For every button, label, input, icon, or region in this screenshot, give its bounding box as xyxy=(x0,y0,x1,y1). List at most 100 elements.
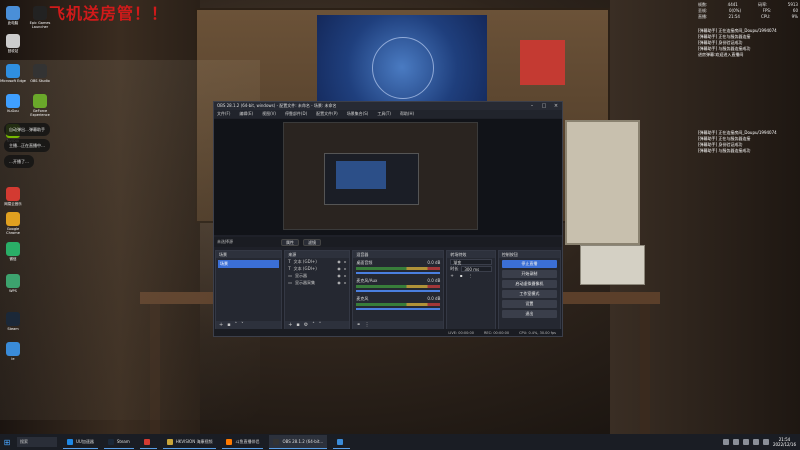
menu-help[interactable]: 帮助(H) xyxy=(400,111,414,117)
studio-mode-button[interactable]: 工作室模式 xyxy=(501,290,557,298)
source-item[interactable]: ▭ 显示器采集 ◉ ▫ xyxy=(285,279,349,286)
start-recording-button[interactable]: 开始录制 xyxy=(501,270,557,278)
obs-window[interactable]: OBS 28.1.2 (64-bit, windows) - 配置文件: 未命名… xyxy=(213,101,563,337)
link-icon[interactable]: ⚭ xyxy=(356,322,360,328)
menu-icon[interactable]: ⋮ xyxy=(468,273,472,278)
desktop-icon[interactable]: GeForce Experience xyxy=(27,94,53,117)
taskbar-app[interactable]: OBS 28.1.2 (64-bit... xyxy=(269,435,328,449)
add-icon[interactable]: + xyxy=(288,322,292,328)
menu-scene-collection[interactable]: 场景集合(S) xyxy=(347,111,369,117)
eye-icon[interactable]: ◉ xyxy=(337,259,341,264)
desktop-icon[interactable]: Epic Games Launcher xyxy=(27,6,53,29)
tray-icon[interactable] xyxy=(742,439,749,445)
trash-icon[interactable]: ▪ xyxy=(460,273,463,278)
move-up-icon[interactable]: ˄ xyxy=(235,322,238,328)
desktop-icon[interactable]: KuGou xyxy=(0,94,26,113)
desktop-icon-label: 此电脑 xyxy=(7,21,19,25)
app-icon xyxy=(107,438,114,445)
exit-button[interactable]: 退出 xyxy=(501,310,557,318)
source-item[interactable]: ▭ 显示器 ◉ ▫ xyxy=(285,272,349,279)
taskbar-app[interactable] xyxy=(139,435,157,449)
volume-meter xyxy=(356,267,441,270)
add-icon[interactable]: + xyxy=(219,322,223,328)
desktop-icon[interactable]: 此电脑 xyxy=(0,6,26,25)
settings-button[interactable]: 设置 xyxy=(501,300,557,308)
desktop-icon[interactable]: 回收站 xyxy=(0,34,26,53)
desktop-icon[interactable]: Steam xyxy=(0,312,26,331)
preview-canvas[interactable] xyxy=(283,122,478,230)
lock-icon[interactable]: ▫ xyxy=(344,273,347,278)
eye-icon[interactable]: ◉ xyxy=(337,273,341,278)
taskbar: ⊞ 搜索 UU加速器 Steam HKVISION 海康视频 斗鱼直播伴侣 OBS 28… xyxy=(0,434,800,450)
obs-titlebar[interactable]: OBS 28.1.2 (64-bit, windows) - 配置文件: 未命名… xyxy=(214,102,562,110)
virtual-camera-button[interactable]: 启动虚拟摄像机 xyxy=(501,280,557,288)
clock[interactable]: 21:54 2022/12/16 xyxy=(773,437,796,447)
app-icon xyxy=(33,64,47,78)
menu-edit[interactable]: 编辑(E) xyxy=(239,111,253,117)
add-icon[interactable]: + xyxy=(450,273,453,278)
menu-tools[interactable]: 工具(T) xyxy=(377,111,391,117)
tray-icon[interactable] xyxy=(722,439,729,445)
notification[interactable]: 自动弹出…弹幕助手 xyxy=(4,123,50,136)
properties-button[interactable]: 属性 xyxy=(281,238,299,246)
taskbar-search[interactable]: 搜索 xyxy=(17,437,57,447)
scene-item[interactable]: 场景 xyxy=(218,260,280,268)
move-down-icon[interactable]: ˅ xyxy=(319,322,322,328)
taskbar-app[interactable]: 斗鱼直播伴侣 xyxy=(222,435,264,449)
transition-select[interactable]: 渐变 xyxy=(450,258,492,265)
desktop-icon[interactable]: 网易云音乐 xyxy=(0,187,26,206)
taskbar-app[interactable]: UU加速器 xyxy=(63,435,98,449)
minimize-icon[interactable]: – xyxy=(526,103,538,109)
taskbar-app[interactable]: Steam xyxy=(103,435,134,449)
menu-file[interactable]: 文件(F) xyxy=(217,111,230,117)
volume-slider[interactable] xyxy=(356,308,441,310)
notification[interactable]: …开播了… xyxy=(4,155,34,168)
audio-mixer-dock: 混音器 桌面音频 0.0 dB 麦克风/Aux 0.0 dB 麦克风 0.0 dB ⚭… xyxy=(352,250,445,330)
notification[interactable]: 主播…正在直播中… xyxy=(4,139,50,152)
desktop-icon[interactable]: Google Chrome xyxy=(0,212,26,235)
stop-streaming-button[interactable]: 停止直播 xyxy=(501,260,557,268)
lock-icon[interactable]: ▫ xyxy=(344,280,347,285)
app-icon xyxy=(6,212,20,226)
desktop-icon[interactable]: Microsoft Edge xyxy=(0,64,26,83)
taskbar-app[interactable]: HKVISION 海康视频 xyxy=(162,435,217,449)
menu-icon[interactable]: ⋮ xyxy=(365,322,370,328)
app-icon xyxy=(6,242,20,256)
taskbar-app[interactable] xyxy=(333,435,351,449)
move-up-icon[interactable]: ˄ xyxy=(312,322,315,328)
volume-slider[interactable] xyxy=(356,272,441,274)
lock-icon[interactable]: ▫ xyxy=(344,259,347,264)
gear-icon[interactable]: ⚙ xyxy=(304,322,308,328)
desktop-icon[interactable]: 微信 xyxy=(0,242,26,261)
filters-button[interactable]: 滤镜 xyxy=(303,238,321,246)
red-poster xyxy=(520,40,565,85)
system-tray: 21:54 2022/12/16 xyxy=(722,437,800,447)
app-icon xyxy=(33,94,47,108)
lock-icon[interactable]: ▫ xyxy=(344,266,347,271)
duration-input[interactable]: 300 ms xyxy=(461,265,492,272)
menu-profile[interactable]: 配置文件(P) xyxy=(316,111,338,117)
network-icon[interactable] xyxy=(762,439,769,445)
maximize-icon[interactable]: □ xyxy=(538,103,550,109)
eye-icon[interactable]: ◉ xyxy=(337,280,341,285)
desktop-icon-label: Microsoft Edge xyxy=(0,79,26,83)
dock-title: 来源 xyxy=(285,251,350,258)
volume-icon[interactable] xyxy=(752,439,759,445)
desktop-icon[interactable]: ie xyxy=(0,342,26,361)
trash-icon[interactable]: ▪ xyxy=(296,322,299,328)
volume-slider[interactable] xyxy=(356,290,441,292)
source-item[interactable]: T 文本 (GDI+) ◉ ▫ xyxy=(285,258,349,265)
windows-start-icon[interactable]: ⊞ xyxy=(0,434,14,450)
menu-view[interactable]: 视图(V) xyxy=(262,111,276,117)
move-down-icon[interactable]: ˅ xyxy=(241,322,244,328)
app-icon xyxy=(166,438,173,445)
desktop-icon[interactable]: WPS xyxy=(0,274,26,293)
menu-docks[interactable]: 停靠部件(D) xyxy=(285,111,307,117)
close-icon[interactable]: × xyxy=(550,103,562,109)
tray-icon[interactable] xyxy=(732,439,739,445)
eye-icon[interactable]: ◉ xyxy=(337,266,341,271)
taskbar-app-label: HKVISION 海康视频 xyxy=(175,438,213,444)
desktop-icon[interactable]: OBS Studio xyxy=(27,64,53,83)
trash-icon[interactable]: ▪ xyxy=(227,322,230,328)
source-item[interactable]: T 文本 (GDI+) ◉ ▫ xyxy=(285,265,349,272)
